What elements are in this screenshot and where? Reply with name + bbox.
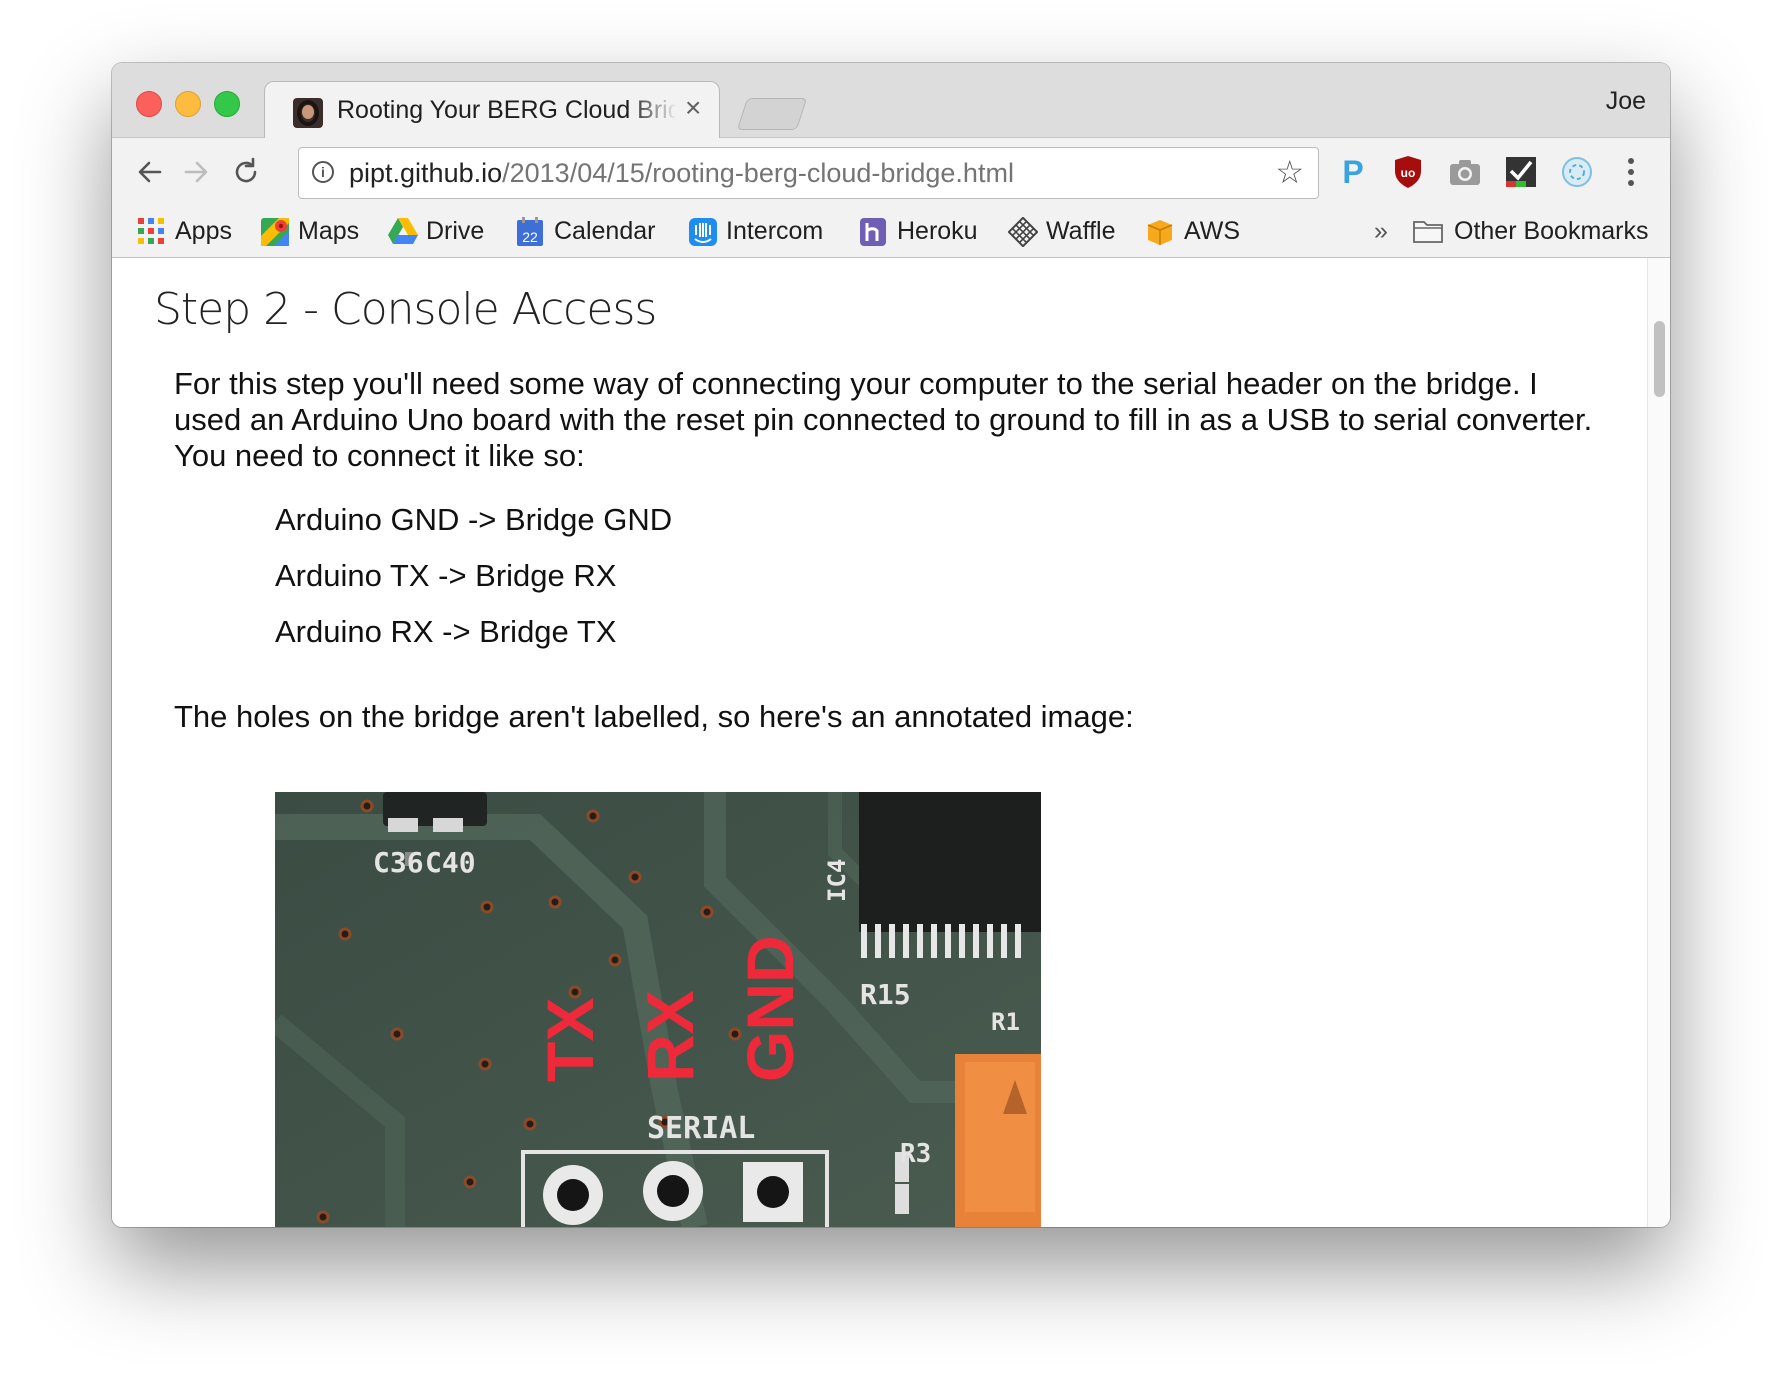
tab-active[interactable]: Rooting Your BERG Cloud Bridge × [264, 81, 720, 139]
bookmark-label: Waffle [1046, 216, 1116, 245]
bookmark-label: Other Bookmarks [1454, 216, 1649, 245]
gnd-annotation: GND [733, 935, 807, 1082]
bookmark-label: Intercom [726, 216, 824, 245]
reload-icon[interactable] [226, 152, 266, 192]
menu-dots-icon[interactable] [1609, 150, 1653, 194]
bookmark-maps[interactable]: Maps [260, 213, 359, 249]
bookmark-drive[interactable]: Drive [388, 213, 484, 249]
apps-grid-icon [137, 217, 165, 245]
close-window-button[interactable] [136, 91, 162, 117]
svg-text:IC4: IC4 [823, 859, 851, 902]
svg-text:R1: R1 [991, 1008, 1020, 1036]
page-content: Step 2 - Console Access For this step yo… [112, 258, 1647, 1227]
bookmark-aws[interactable]: AWS [1146, 213, 1240, 249]
camera-icon[interactable] [1443, 150, 1487, 194]
scrollbar-thumb[interactable] [1654, 321, 1665, 397]
svg-text:C36: C36 [373, 846, 424, 879]
toolbar: i pipt.github.io/2013/04/15/rooting-berg… [112, 138, 1670, 206]
drive-icon [388, 217, 418, 245]
holes-paragraph: The holes on the bridge aren't labelled,… [174, 699, 1134, 734]
back-icon[interactable] [130, 152, 170, 192]
url-text[interactable]: pipt.github.io/2013/04/15/rooting-berg-c… [349, 158, 1014, 189]
url-host: pipt.github.io [349, 158, 503, 188]
bookmark-label: AWS [1184, 216, 1241, 245]
bookmarks-bar: Apps Maps Drive 22 Calendar Intercom Her… [112, 206, 1670, 258]
vertical-scrollbar[interactable] [1647, 258, 1670, 1227]
new-tab-button[interactable] [736, 98, 808, 130]
bookmark-calendar[interactable]: 22 Calendar [516, 213, 655, 249]
bookmark-label: Maps [298, 216, 360, 245]
forward-icon[interactable] [176, 152, 216, 192]
svg-text:C40: C40 [425, 846, 476, 879]
bookmark-apps[interactable]: Apps [137, 213, 232, 249]
minimize-window-button[interactable] [175, 91, 201, 117]
svg-text:R3: R3 [900, 1139, 931, 1169]
page-heading: Step 2 - Console Access [154, 284, 657, 335]
bookmark-waffle[interactable]: Waffle [1007, 213, 1116, 249]
tab-strip: Rooting Your BERG Cloud Bridge × Joe [112, 63, 1670, 139]
annotated-pcb-image: C36 C40 R15 R1 SERIAL R3 IC4 TX RX GND [275, 792, 1041, 1227]
favicon-icon [293, 98, 323, 128]
bookmark-label: Apps [175, 216, 232, 245]
tab-title: Rooting Your BERG Cloud Bridge [337, 96, 677, 124]
heroku-icon [859, 217, 887, 246]
profile-name[interactable]: Joe [1606, 87, 1646, 116]
url-path: /2013/04/15/rooting-berg-cloud-bridge.ht… [502, 158, 1014, 188]
waffle-icon [1007, 216, 1039, 248]
bookmark-label: Drive [426, 216, 485, 245]
bookmark-heroku[interactable]: Heroku [859, 213, 978, 249]
calendar-icon: 22 [516, 217, 544, 246]
bookmarks-overflow-button[interactable]: » [1374, 213, 1388, 249]
connection-gnd: Arduino GND -> Bridge GND [275, 502, 673, 537]
connection-rx: Arduino RX -> Bridge TX [275, 614, 617, 649]
maps-icon [260, 217, 289, 246]
browser-window: Rooting Your BERG Cloud Bridge × Joe i p… [112, 63, 1670, 1227]
ublock-icon[interactable]: uo [1386, 150, 1430, 194]
aws-icon [1146, 217, 1174, 245]
svg-text:22: 22 [522, 229, 538, 245]
pocket-icon[interactable]: P [1331, 150, 1375, 194]
tx-annotation: TX [533, 998, 607, 1082]
bookmark-label: Heroku [897, 216, 978, 245]
zoom-window-button[interactable] [214, 91, 240, 117]
svg-text:uo: uo [1401, 166, 1416, 180]
address-bar[interactable]: i pipt.github.io/2013/04/15/rooting-berg… [298, 147, 1319, 199]
tab-close-icon[interactable]: × [685, 92, 701, 123]
svg-text:SERIAL: SERIAL [647, 1111, 755, 1146]
intro-paragraph: For this step you'll need some way of co… [174, 366, 1593, 473]
connection-tx: Arduino TX -> Bridge RX [275, 558, 617, 593]
rx-annotation: RX [633, 990, 707, 1082]
other-bookmarks-button[interactable]: Other Bookmarks [1412, 213, 1649, 249]
intercom-icon [688, 217, 717, 246]
info-icon[interactable]: i [312, 161, 334, 183]
bookmark-star-icon[interactable]: ☆ [1275, 153, 1304, 191]
svg-text:R15: R15 [860, 978, 911, 1011]
folder-icon [1412, 217, 1444, 245]
bookmark-label: Calendar [554, 216, 656, 245]
sync-icon[interactable] [1555, 150, 1599, 194]
bookmark-intercom[interactable]: Intercom [688, 213, 823, 249]
checkmark-icon[interactable] [1499, 150, 1543, 194]
